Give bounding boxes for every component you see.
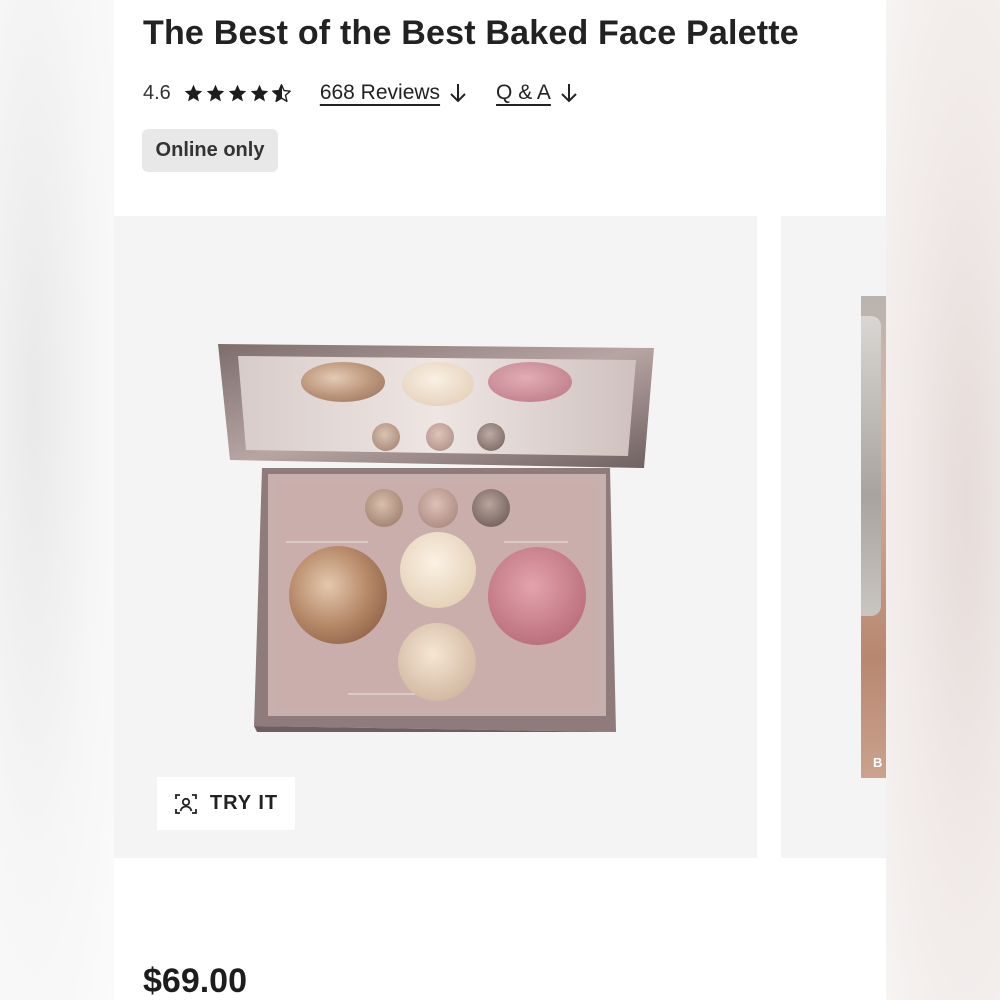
- product-title: The Best of the Best Baked Face Palette: [143, 14, 799, 52]
- try-it-button[interactable]: TRY IT: [157, 777, 295, 830]
- try-it-label[interactable]: TRY IT: [210, 792, 278, 815]
- product-price: $69.00: [143, 962, 247, 1000]
- reviews-link-label[interactable]: 668 Reviews: [320, 81, 440, 105]
- reviews-link[interactable]: 668 Reviews: [320, 81, 468, 105]
- palette-image: [218, 344, 654, 732]
- qa-link-label[interactable]: Q & A: [496, 81, 551, 105]
- star-icon: [184, 84, 203, 101]
- star-rating: [183, 83, 292, 104]
- star-icon: [228, 84, 247, 101]
- star-icon: [206, 84, 225, 101]
- star-icon: [250, 84, 269, 101]
- background-right: [886, 0, 1000, 1000]
- qa-link[interactable]: Q & A: [496, 81, 579, 105]
- arrow-down-icon: [561, 84, 577, 103]
- arrow-down-icon: [450, 84, 466, 103]
- rating-value: 4.6: [143, 81, 171, 104]
- model-image-label: B: [873, 755, 883, 770]
- rating-row: 4.6 668 Reviews Q & A: [143, 78, 607, 108]
- model-hair: [861, 316, 881, 616]
- product-image-next[interactable]: B: [781, 216, 886, 858]
- face-scan-icon: [174, 793, 197, 814]
- half-star-icon: [271, 83, 291, 102]
- background-left: [0, 0, 114, 1000]
- model-photo: B: [861, 296, 886, 778]
- product-page: The Best of the Best Baked Face Palette …: [114, 0, 886, 1000]
- online-only-badge: Online only: [142, 129, 278, 172]
- product-image-main[interactable]: TRY IT: [114, 216, 757, 858]
